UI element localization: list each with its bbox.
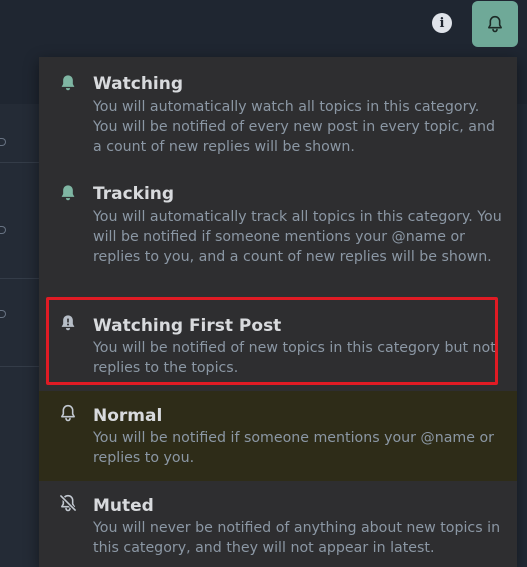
bell-filled-icon (61, 185, 75, 201)
list-glyph (0, 310, 6, 318)
list-glyph (0, 226, 6, 234)
list-divider (0, 278, 40, 279)
info-icon: i (439, 15, 445, 31)
item-title: Normal (93, 406, 163, 426)
list-divider (0, 366, 40, 367)
notification-level-button[interactable] (472, 1, 518, 47)
item-description: You will automatically track all topics … (93, 209, 502, 265)
item-title: Muted (93, 496, 154, 516)
bell-icon (488, 15, 502, 33)
list-glyph (0, 138, 6, 146)
item-description: You will never be notified of anything a… (93, 520, 501, 556)
bell-slash-icon (59, 494, 77, 512)
menu-item-normal[interactable]: Normal You will be notified if someone m… (39, 391, 517, 481)
item-title: Tracking (93, 184, 175, 204)
selection-highlight-outline (46, 297, 498, 385)
menu-item-watching[interactable]: Watching You will automatically watch al… (39, 57, 517, 167)
item-description: You will be notified if someone mentions… (93, 430, 494, 466)
background-category-list (0, 104, 40, 567)
menu-item-muted[interactable]: Muted You will never be notified of anyt… (39, 481, 517, 567)
bell-filled-icon (61, 75, 75, 91)
bell-outline-icon (61, 404, 75, 422)
menu-item-tracking[interactable]: Tracking You will automatically track al… (39, 167, 517, 291)
item-description: You will automatically watch all topics … (93, 99, 496, 155)
list-divider (0, 162, 40, 163)
page: i Watching You will automatically watch … (0, 0, 527, 567)
item-title: Watching (93, 74, 184, 94)
info-button[interactable]: i (432, 13, 452, 33)
